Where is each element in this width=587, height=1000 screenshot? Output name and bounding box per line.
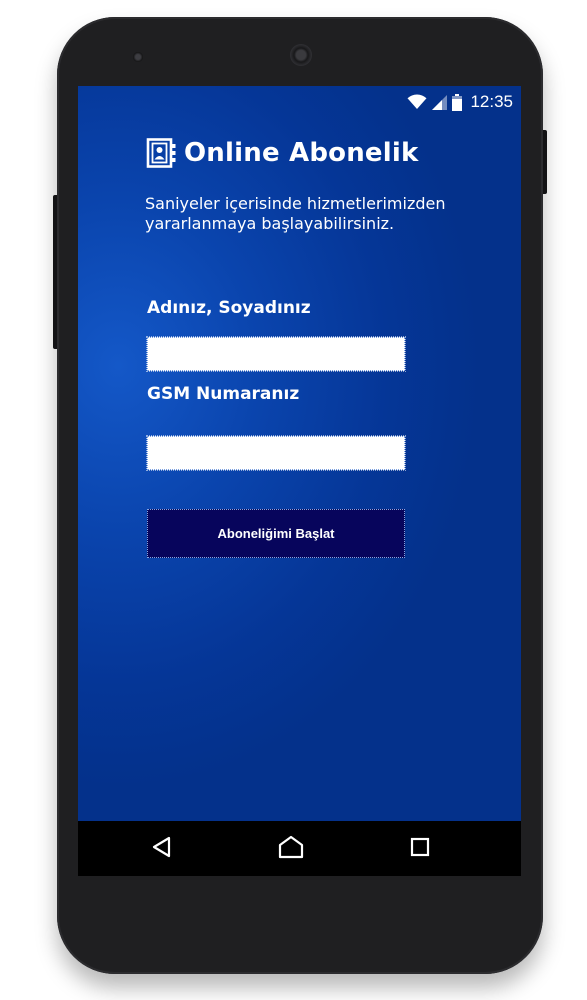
- start-subscription-button[interactable]: Aboneliğimi Başlat: [147, 509, 405, 558]
- app-screen: 12:35 Online Abonelik Saniyeler içerisin…: [78, 86, 521, 821]
- app-header: Online Abonelik: [146, 138, 419, 168]
- status-bar: 12:35: [407, 92, 513, 112]
- address-book-icon: [146, 138, 184, 168]
- name-input[interactable]: [146, 336, 406, 372]
- battery-icon: [452, 93, 463, 111]
- gsm-input[interactable]: [146, 435, 406, 471]
- status-time: 12:35: [470, 92, 513, 111]
- home-button[interactable]: [261, 821, 321, 876]
- front-camera: [133, 52, 143, 62]
- navigation-bar: [78, 821, 521, 876]
- back-icon: [151, 836, 173, 862]
- recent-apps-button[interactable]: [390, 821, 450, 876]
- page-title: Online Abonelik: [184, 138, 419, 168]
- gsm-label: GSM Numaranız: [147, 384, 300, 404]
- back-button[interactable]: [132, 821, 192, 876]
- home-icon: [278, 835, 304, 863]
- page-subtitle: Saniyeler içerisinde hizmetlerimizden ya…: [145, 194, 446, 233]
- recent-apps-icon: [410, 837, 430, 861]
- name-label: Adınız, Soyadınız: [147, 298, 311, 318]
- cell-signal-icon: [432, 94, 448, 110]
- earpiece-speaker: [290, 44, 312, 66]
- wifi-icon: [407, 94, 427, 110]
